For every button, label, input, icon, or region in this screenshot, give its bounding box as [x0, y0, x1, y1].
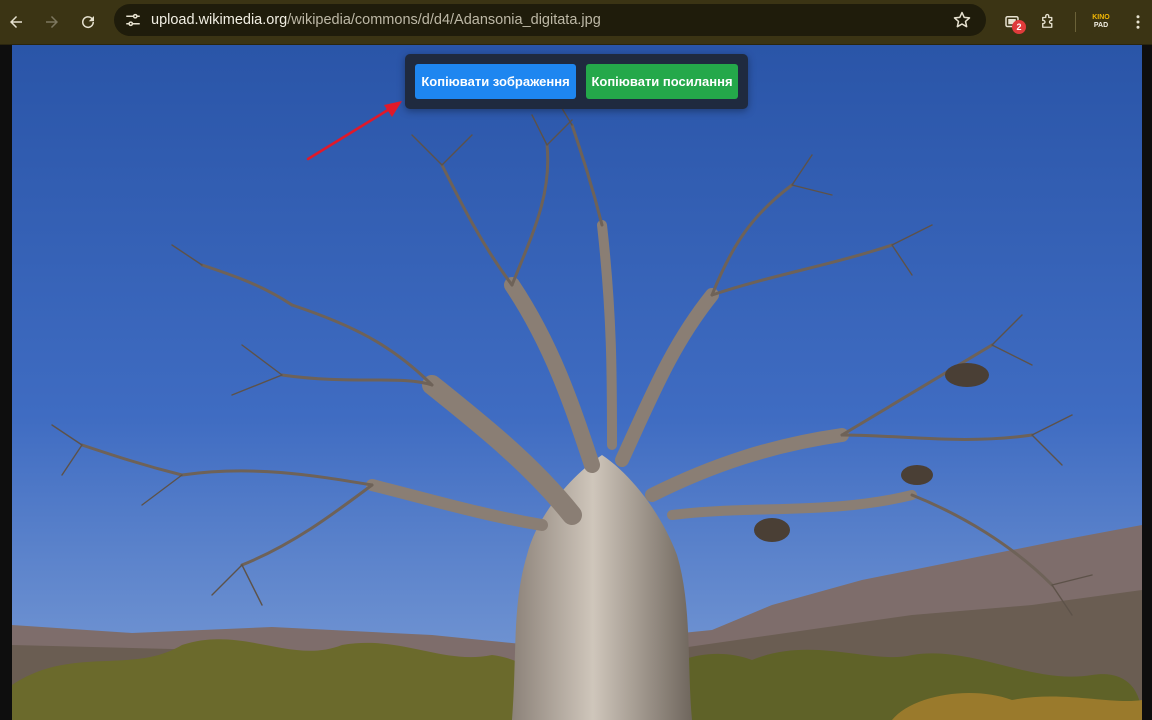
forward-button[interactable]: [36, 6, 68, 38]
browser-menu-button[interactable]: [1122, 6, 1152, 38]
baobab-photo[interactable]: [12, 45, 1142, 720]
tune-icon[interactable]: [122, 9, 144, 31]
kino-logo-line2: PAD: [1093, 22, 1109, 29]
kebab-menu-icon: [1136, 15, 1140, 29]
extension-badge-count: 2: [1012, 20, 1026, 34]
url-text[interactable]: upload.wikimedia.org/wikipedia/commons/d…: [151, 4, 601, 36]
kino-logo-line1: KINO: [1092, 14, 1110, 21]
back-button[interactable]: [0, 6, 32, 38]
toolbar-separator: [1075, 12, 1076, 32]
annotation-arrow: [306, 101, 402, 161]
copy-link-button[interactable]: Копіювати посилання: [586, 64, 738, 99]
extensions-button[interactable]: [1032, 6, 1064, 38]
reload-button[interactable]: [72, 6, 104, 38]
arrow-left-icon: [10, 16, 22, 28]
url-host: upload.wikimedia.org: [151, 12, 288, 28]
arrow-right-icon: [46, 16, 58, 28]
address-bar[interactable]: upload.wikimedia.org/wikipedia/commons/d…: [114, 4, 986, 36]
image-viewport: [12, 45, 1142, 720]
puzzle-icon: [1042, 13, 1053, 28]
url-path: /wikipedia/commons/d/d4/Adansonia_digita…: [287, 12, 601, 28]
reload-icon: [82, 16, 95, 29]
copy-image-button[interactable]: Копіювати зображення: [415, 64, 576, 99]
star-icon[interactable]: [952, 10, 972, 30]
copy-buttons-panel: Копіювати зображення Копіювати посилання: [405, 54, 748, 109]
kinopad-extension-button[interactable]: KINO PAD: [1089, 10, 1113, 34]
browser-toolbar: upload.wikimedia.org/wikipedia/commons/d…: [0, 0, 1152, 45]
